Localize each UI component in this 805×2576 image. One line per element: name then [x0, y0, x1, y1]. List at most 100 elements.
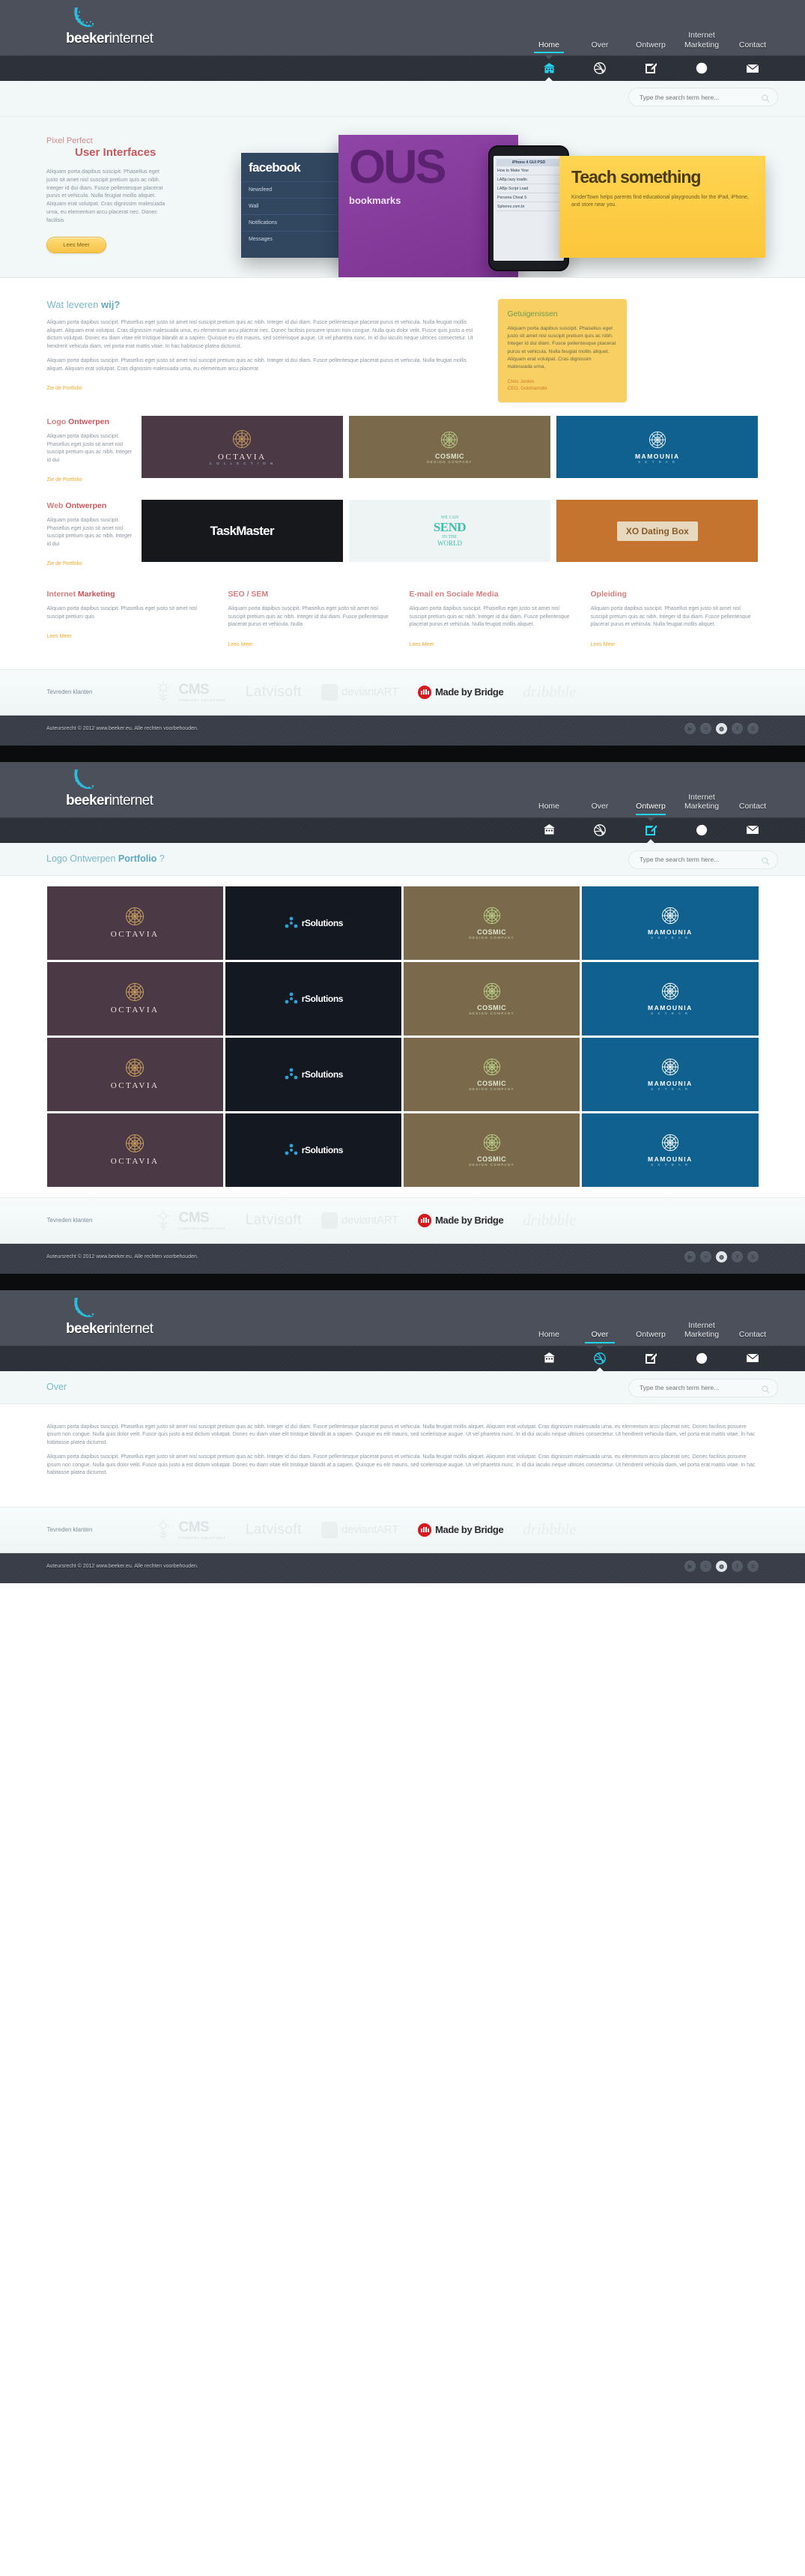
client-logo-latvisoft[interactable]: Latvisoft [246, 1212, 302, 1229]
client-logo-cms[interactable]: CMS COMFORT SOLUTIONS [151, 681, 226, 704]
service-link[interactable]: Lees Meer [410, 642, 434, 647]
nav-item-over[interactable]: Over [574, 1330, 625, 1346]
youtube-icon[interactable]: ▶ [684, 722, 696, 734]
client-logo-dribbble[interactable]: dribbble [523, 683, 576, 701]
nav-item-over[interactable]: Over [574, 802, 625, 817]
service-link[interactable]: Lees Meer [47, 634, 72, 639]
nav-item-internet-marketing[interactable]: Internet Marketing [676, 793, 727, 817]
nav-item-contact[interactable]: Contact [727, 40, 778, 56]
home-icon[interactable] [523, 1346, 574, 1371]
facebook-icon[interactable]: f [732, 722, 743, 734]
client-logo-deviantart[interactable]: deviantART [321, 683, 398, 701]
nav-link-contact[interactable]: Contact [727, 40, 778, 56]
nav-item-internet-marketing[interactable]: Internet Marketing [676, 1321, 727, 1346]
portfolio-tile-octavia[interactable]: OCTAVIA [46, 961, 223, 1035]
search-icon[interactable] [762, 1384, 770, 1397]
portfolio-tile-mamounia[interactable]: MAMOUNIA S K Y B A R [582, 886, 759, 960]
logo[interactable]: beekerinternet [46, 6, 189, 47]
portfolio-tile-mamounia[interactable]: MAMOUNIA S K Y B A R [582, 1113, 759, 1187]
portfolio-tile-rsolutions[interactable]: rSolutions [225, 961, 401, 1035]
hero-slide-yellow[interactable]: Teach something KinderTown helps parents… [559, 156, 765, 258]
rss-icon[interactable]: ≈ [700, 722, 711, 734]
nav-item-ontwerp[interactable]: Ontwerp [625, 40, 676, 56]
nav-item-home[interactable]: Home [523, 802, 574, 817]
client-logo-deviantart[interactable]: deviantART [321, 1521, 398, 1538]
nav-item-internet-marketing[interactable]: Internet Marketing [676, 31, 727, 55]
portfolio-tile-octavia[interactable]: OCTAVIA [46, 886, 223, 960]
home-icon[interactable] [523, 55, 574, 82]
portfolio-tile-mamounia[interactable]: MAMOUNIA S K Y B A R [582, 1037, 759, 1111]
dribbble-ball-icon[interactable] [574, 817, 625, 843]
rss-icon[interactable]: ≈ [700, 1251, 711, 1263]
envelope-icon[interactable] [727, 817, 778, 843]
portfolio-tile-octavia[interactable]: OCTAVIA [46, 1113, 223, 1187]
skype-icon[interactable]: S [747, 1251, 759, 1263]
pie-chart-icon[interactable] [676, 1346, 727, 1371]
dribbble-ball-icon[interactable] [574, 1344, 625, 1372]
portfolio-thumb-mamounia[interactable]: MAMOUNIA S K Y B A R [556, 416, 759, 479]
client-logo-dribbble[interactable]: dribbble [523, 1520, 576, 1539]
portfolio-tile-cosmic[interactable]: COSMIC DESIGN COMPANY [404, 961, 580, 1035]
client-logo-dribbble[interactable]: dribbble [523, 1211, 576, 1230]
youtube-icon[interactable]: ▶ [684, 1560, 696, 1572]
nav-link-over[interactable]: Over [574, 40, 625, 56]
services-portfolio-link[interactable]: Zie de Portfolio [47, 386, 82, 391]
pencil-square-icon[interactable] [625, 816, 676, 844]
client-logo-latvisoft[interactable]: Latvisoft [246, 1522, 302, 1538]
client-logo-made-by-bridge[interactable]: Made by Bridge [418, 685, 504, 699]
portfolio-tile-octavia[interactable]: OCTAVIA [46, 1037, 223, 1111]
search-icon[interactable] [762, 93, 770, 106]
pie-chart-icon[interactable] [676, 817, 727, 843]
nav-link-over[interactable]: Over [574, 802, 625, 817]
client-logo-cms[interactable]: CMS COMFORT SOLUTIONS [151, 1519, 226, 1541]
search-input[interactable] [640, 850, 763, 868]
pencil-square-icon[interactable] [625, 1346, 676, 1371]
pencil-square-icon[interactable] [625, 55, 676, 81]
web-design-link[interactable]: Zie de Portfolio [47, 561, 82, 566]
portfolio-tile-cosmic[interactable]: COSMIC DESIGN COMPANY [404, 1113, 580, 1187]
nav-link-ontwerp[interactable]: Ontwerp [625, 1330, 676, 1346]
search-box[interactable] [628, 88, 778, 106]
facebook-icon[interactable]: f [732, 1560, 743, 1572]
nav-item-ontwerp[interactable]: Ontwerp [625, 802, 676, 817]
web-thumb-xo[interactable]: XO Dating Box [556, 500, 759, 563]
nav-item-contact[interactable]: Contact [727, 802, 778, 817]
search-box[interactable] [628, 850, 778, 869]
logo-design-link[interactable]: Zie de Portfolio [47, 477, 82, 483]
portfolio-thumb-octavia[interactable]: OCTAVIA C O L L E C T I O N [141, 416, 343, 479]
nav-item-ontwerp[interactable]: Ontwerp [625, 1330, 676, 1346]
nav-item-over[interactable]: Over [574, 40, 625, 56]
nav-link-internet-marketing[interactable]: Internet Marketing [676, 793, 727, 817]
search-box[interactable] [628, 1378, 778, 1397]
web-thumb-send[interactable]: WE CAN SEND IN THE WORLD [348, 500, 551, 563]
search-input[interactable] [640, 1379, 763, 1397]
client-logo-made-by-bridge[interactable]: Made by Bridge [418, 1213, 504, 1227]
nav-link-internet-marketing[interactable]: Internet Marketing [676, 31, 727, 55]
nav-item-contact[interactable]: Contact [727, 1330, 778, 1346]
dribbble-icon[interactable]: ◍ [716, 1251, 727, 1263]
portfolio-tile-mamounia[interactable]: MAMOUNIA S K Y B A R [582, 961, 759, 1035]
rss-icon[interactable]: ≈ [700, 1560, 711, 1572]
youtube-icon[interactable]: ▶ [684, 1251, 696, 1263]
nav-link-ontwerp[interactable]: Ontwerp [625, 40, 676, 56]
portfolio-tile-rsolutions[interactable]: rSolutions [225, 886, 401, 960]
portfolio-tile-cosmic[interactable]: COSMIC DESIGN COMPANY [404, 886, 580, 960]
nav-link-internet-marketing[interactable]: Internet Marketing [676, 1321, 727, 1346]
logo[interactable]: beekerinternet [46, 1296, 189, 1337]
nav-link-home[interactable]: Home [523, 1330, 574, 1346]
portfolio-tile-cosmic[interactable]: COSMIC DESIGN COMPANY [404, 1037, 580, 1111]
search-icon[interactable] [762, 856, 770, 869]
logo[interactable]: beekerinternet [46, 768, 189, 809]
pie-chart-icon[interactable] [676, 55, 727, 81]
skype-icon[interactable]: S [747, 722, 759, 734]
web-thumb-taskmaster[interactable]: TaskMaster [141, 500, 343, 563]
envelope-icon[interactable] [727, 1346, 778, 1371]
portfolio-tile-rsolutions[interactable]: rSolutions [225, 1037, 401, 1111]
search-input[interactable] [640, 88, 763, 106]
home-icon[interactable] [523, 817, 574, 843]
facebook-icon[interactable]: f [732, 1251, 743, 1263]
nav-link-contact[interactable]: Contact [727, 802, 778, 817]
dribbble-icon[interactable]: ◍ [716, 1560, 727, 1572]
dribbble-icon[interactable]: ◍ [716, 722, 727, 734]
dribbble-ball-icon[interactable] [574, 55, 625, 81]
